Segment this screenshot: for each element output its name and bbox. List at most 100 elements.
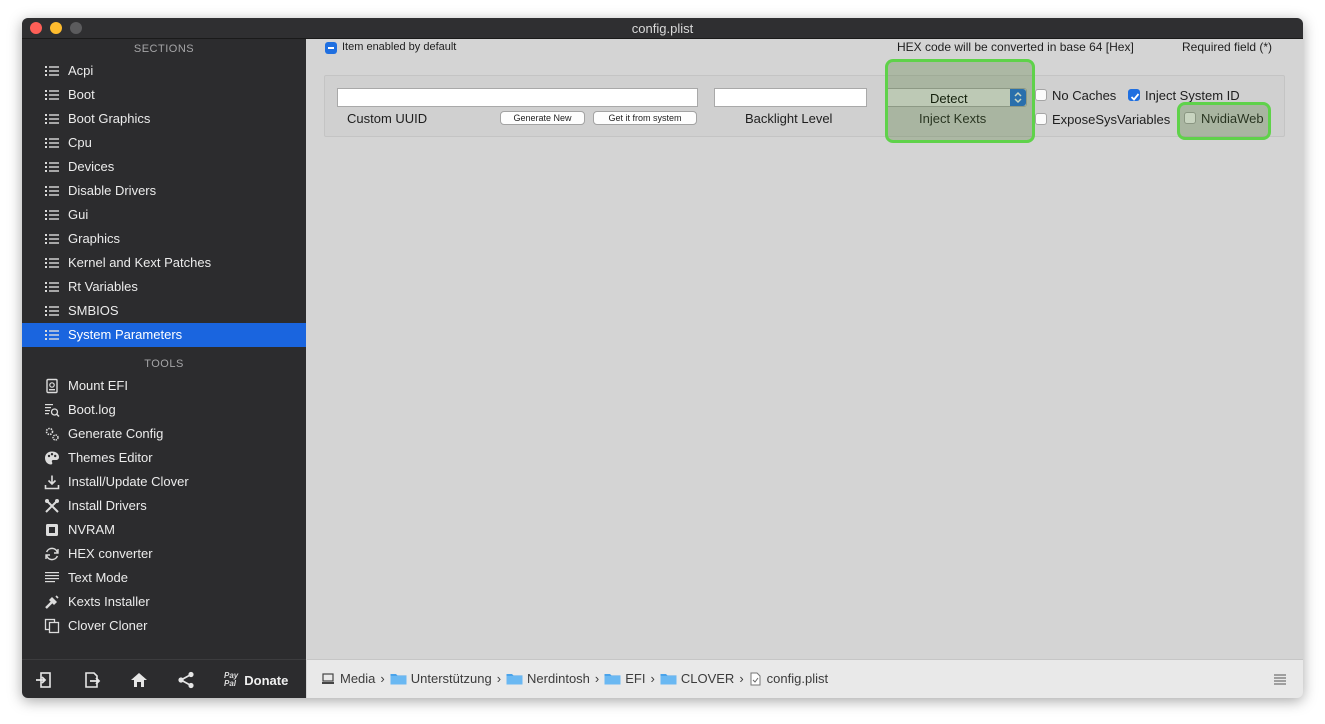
tool-item-boot-log[interactable]: Boot.log bbox=[22, 398, 306, 422]
inject-system-id-label: Inject System ID bbox=[1145, 88, 1240, 103]
list-icon bbox=[44, 159, 60, 175]
breadcrumb-separator: › bbox=[380, 671, 385, 686]
no-caches-checkbox[interactable] bbox=[1035, 89, 1047, 101]
window-title: config.plist bbox=[631, 21, 694, 36]
sidebar-item-kernel-and-kext-patches[interactable]: Kernel and Kext Patches bbox=[22, 251, 306, 275]
sidebar-item-label: Clover Cloner bbox=[68, 618, 148, 633]
sidebar-item-label: Acpi bbox=[68, 63, 94, 78]
list-icon bbox=[44, 327, 60, 343]
sidebar-item-label: Generate Config bbox=[68, 426, 164, 441]
generate-new-button[interactable]: Generate New bbox=[500, 111, 585, 125]
sidebar-item-label: Boot Graphics bbox=[68, 111, 151, 126]
list-icon bbox=[44, 231, 60, 247]
tool-item-nvram[interactable]: NVRAM bbox=[22, 518, 306, 542]
sidebar-item-cpu[interactable]: Cpu bbox=[22, 131, 306, 155]
breadcrumb-separator: › bbox=[650, 671, 655, 686]
sidebar-item-label: HEX converter bbox=[68, 546, 153, 561]
breadcrumb-label: Unterstützung bbox=[410, 671, 492, 686]
tool-item-mount-efi[interactable]: Mount EFI bbox=[22, 374, 306, 398]
expose-sys-variables-checkbox[interactable] bbox=[1035, 113, 1047, 125]
share-icon[interactable] bbox=[176, 670, 196, 690]
wrench-icon bbox=[44, 594, 60, 610]
menu-lines-icon[interactable] bbox=[1273, 673, 1287, 685]
sidebar-item-label: Kexts Installer bbox=[68, 594, 150, 609]
breadcrumb-item[interactable]: CLOVER bbox=[660, 671, 734, 686]
hex-note: HEX code will be converted in base 64 [H… bbox=[897, 40, 1134, 54]
paypal-icon: Pay Pal bbox=[224, 671, 239, 688]
required-note: Required field (*) bbox=[1182, 40, 1273, 54]
get-from-system-button[interactable]: Get it from system bbox=[593, 111, 697, 125]
breadcrumb-item[interactable]: config.plist bbox=[749, 671, 828, 686]
custom-uuid-input[interactable] bbox=[337, 88, 698, 107]
breadcrumb-item[interactable]: Nerdintosh bbox=[506, 671, 590, 686]
folder-icon bbox=[604, 674, 621, 685]
sidebar-item-label: Boot bbox=[68, 87, 95, 102]
sidebar-item-graphics[interactable]: Graphics bbox=[22, 227, 306, 251]
folder-icon bbox=[660, 674, 677, 685]
sidebar-item-boot[interactable]: Boot bbox=[22, 83, 306, 107]
copy-icon bbox=[44, 618, 60, 634]
inject-system-id-checkbox[interactable] bbox=[1128, 89, 1140, 101]
breadcrumb-item[interactable]: EFI bbox=[604, 671, 646, 686]
item-enabled-indicator-icon bbox=[325, 42, 337, 54]
tool-item-install-drivers[interactable]: Install Drivers bbox=[22, 494, 306, 518]
breadcrumb-separator: › bbox=[739, 671, 744, 686]
sidebar-item-label: Themes Editor bbox=[68, 450, 153, 465]
tool-item-clover-cloner[interactable]: Clover Cloner bbox=[22, 614, 306, 638]
breadcrumb: Media › Unterstützung › Nerdintosh › EFI › CLOVE… bbox=[321, 671, 828, 686]
sidebar-item-label: System Parameters bbox=[68, 327, 183, 342]
download-icon bbox=[44, 474, 60, 490]
no-caches-label: No Caches bbox=[1052, 88, 1117, 103]
tool-item-generate-config[interactable]: Generate Config bbox=[22, 422, 306, 446]
refresh-icon bbox=[44, 546, 60, 562]
sidebar-item-gui[interactable]: Gui bbox=[22, 203, 306, 227]
tool-item-themes-editor[interactable]: Themes Editor bbox=[22, 446, 306, 470]
breadcrumb-label: CLOVER bbox=[680, 671, 735, 686]
sidebar-item-system-parameters[interactable]: System Parameters bbox=[22, 323, 306, 347]
checkmark-icon bbox=[1130, 93, 1140, 101]
sidebar-item-label: Disable Drivers bbox=[68, 183, 157, 198]
export-icon[interactable] bbox=[82, 670, 102, 690]
tool-item-text-mode[interactable]: Text Mode bbox=[22, 566, 306, 590]
sidebar-item-acpi[interactable]: Acpi bbox=[22, 59, 306, 83]
log-icon bbox=[44, 402, 60, 418]
list-icon bbox=[44, 183, 60, 199]
breadcrumb-item[interactable]: Unterstützung bbox=[390, 671, 492, 686]
list-icon bbox=[44, 207, 60, 223]
list-icon bbox=[44, 303, 60, 319]
breadcrumb-label: Nerdintosh bbox=[527, 671, 590, 686]
text-lines-icon bbox=[44, 570, 60, 586]
disk-icon bbox=[44, 378, 60, 394]
sidebar-item-label: NVRAM bbox=[68, 522, 115, 537]
sidebar-bottom-toolbar: Pay Pal Donate bbox=[22, 659, 306, 698]
tools-icon bbox=[44, 498, 60, 514]
home-icon[interactable] bbox=[129, 670, 149, 690]
path-bar: Media › Unterstützung › Nerdintosh › EFI › CLOVE… bbox=[307, 659, 1303, 698]
system-parameters-panel: Custom UUID Generate New Get it from sys… bbox=[324, 75, 1285, 137]
tool-item-hex-converter[interactable]: HEX converter bbox=[22, 542, 306, 566]
sidebar-item-label: Graphics bbox=[68, 231, 121, 246]
sidebar-item-boot-graphics[interactable]: Boot Graphics bbox=[22, 107, 306, 131]
sidebar-item-devices[interactable]: Devices bbox=[22, 155, 306, 179]
tool-item-install-update-clover[interactable]: Install/Update Clover bbox=[22, 470, 306, 494]
sidebar-item-rt-variables[interactable]: Rt Variables bbox=[22, 275, 306, 299]
list-icon bbox=[44, 63, 60, 79]
sections-header: SECTIONS bbox=[133, 43, 195, 55]
list-icon bbox=[44, 111, 60, 127]
sidebar-item-disable-drivers[interactable]: Disable Drivers bbox=[22, 179, 306, 203]
donate-button[interactable]: Pay Pal Donate bbox=[224, 670, 288, 690]
breadcrumb-label: EFI bbox=[625, 671, 646, 686]
sidebar-item-label: Cpu bbox=[68, 135, 92, 150]
tool-item-kexts-installer[interactable]: Kexts Installer bbox=[22, 590, 306, 614]
breadcrumb-label: Media bbox=[340, 671, 376, 686]
sidebar-item-label: Mount EFI bbox=[68, 378, 128, 393]
sidebar-item-smbios[interactable]: SMBIOS bbox=[22, 299, 306, 323]
drive-icon bbox=[322, 672, 334, 684]
gears-icon bbox=[44, 426, 60, 442]
import-icon[interactable] bbox=[34, 670, 54, 690]
list-icon bbox=[44, 279, 60, 295]
backlight-level-input[interactable] bbox=[714, 88, 867, 107]
breadcrumb-item[interactable]: Media bbox=[321, 671, 375, 686]
list-icon bbox=[44, 135, 60, 151]
sidebar-item-label: SMBIOS bbox=[68, 303, 119, 318]
